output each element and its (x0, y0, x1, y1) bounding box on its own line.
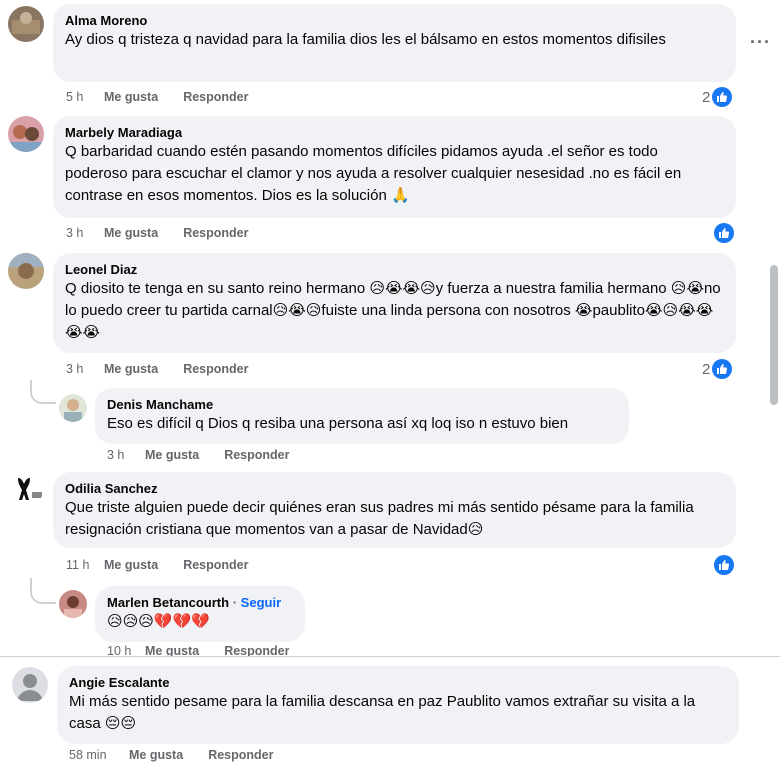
comment-actions: 11 h Me gusta Responder (66, 558, 248, 572)
reaction-summary[interactable] (714, 223, 734, 243)
timestamp[interactable]: 10 h (107, 644, 145, 656)
comment-author-line: Marlen Betancourth · Seguir (107, 594, 293, 611)
comment-actions: 3 h Me gusta Responder (66, 226, 248, 240)
comment-bubble: Marbely Maradiaga Q barbaridad cuando es… (53, 116, 736, 218)
like-button[interactable]: Me gusta (145, 644, 199, 656)
like-icon (712, 87, 733, 107)
reaction-count: 2 (702, 360, 711, 378)
like-button[interactable]: Me gusta (104, 558, 158, 572)
scrollbar-thumb[interactable] (770, 265, 778, 405)
like-icon (712, 359, 733, 379)
reply-button[interactable]: Responder (183, 558, 248, 572)
reaction-summary[interactable]: 2 (702, 359, 733, 379)
separator-dot: · (232, 595, 238, 610)
comment-author[interactable]: Marbely Maradiaga (65, 124, 724, 141)
comment-author[interactable]: Leonel Diaz (65, 261, 724, 278)
like-button[interactable]: Me gusta (129, 748, 183, 762)
reaction-count: 2 (702, 88, 711, 106)
more-options-icon[interactable]: ··· (750, 32, 771, 53)
like-icon (714, 555, 734, 575)
comment-bubble: Alma Moreno Ay dios q tristeza q navidad… (53, 4, 736, 82)
comment-text: 😥😥😥💔💔💔 (107, 613, 210, 630)
avatar[interactable] (8, 253, 44, 289)
reply-button[interactable]: Responder (224, 448, 289, 462)
comment-text: Q diosito te tenga en su santo reino her… (65, 280, 721, 341)
timestamp[interactable]: 58 min (69, 748, 129, 762)
comment-text: Q barbaridad cuando estén pasando moment… (65, 143, 682, 204)
comment-actions: 3 h Me gusta Responder (107, 448, 289, 462)
section-divider (0, 656, 780, 657)
comment-text: Que triste alguien puede decir quiénes e… (65, 499, 694, 538)
comment-author[interactable]: Odilia Sanchez (65, 480, 724, 497)
like-button[interactable]: Me gusta (145, 448, 199, 462)
avatar[interactable] (8, 116, 44, 152)
comment-text: Eso es difícil q Dios q resiba una perso… (107, 415, 569, 432)
comment-author[interactable]: Angie Escalante (69, 674, 727, 691)
comment-bubble: Marlen Betancourth · Seguir 😥😥😥💔💔💔 (95, 586, 305, 642)
reaction-summary[interactable]: 2 (702, 87, 733, 107)
reply-button[interactable]: Responder (224, 644, 289, 656)
timestamp[interactable]: 3 h (107, 448, 145, 462)
avatar[interactable] (59, 394, 87, 422)
comment-bubble: Angie Escalante Mi más sentido pesame pa… (57, 666, 739, 744)
avatar[interactable] (8, 6, 44, 42)
timestamp[interactable]: 3 h (66, 362, 104, 376)
timestamp[interactable]: 5 h (66, 90, 104, 104)
avatar[interactable] (59, 590, 87, 618)
comment-text: Ay dios q tristeza q navidad para la fam… (65, 31, 666, 48)
comment-actions: 3 h Me gusta Responder (66, 362, 248, 376)
comment-actions: 10 h Me gusta Responder (107, 644, 289, 656)
reply-button[interactable]: Responder (183, 90, 248, 104)
timestamp[interactable]: 11 h (66, 558, 104, 572)
like-button[interactable]: Me gusta (104, 362, 158, 376)
comment-bubble: Odilia Sanchez Que triste alguien puede … (53, 472, 736, 548)
thread-connector (30, 380, 56, 404)
reaction-summary[interactable] (714, 555, 734, 575)
comment-author[interactable]: Alma Moreno (65, 12, 724, 29)
comment-text: Mi más sentido pesame para la familia de… (69, 693, 696, 732)
comment-actions: 58 min Me gusta Responder (69, 748, 273, 762)
comment-bubble: Denis Manchame Eso es difícil q Dios q r… (95, 388, 629, 444)
comment-author[interactable]: Marlen Betancourth (107, 595, 229, 610)
comment-bubble: Leonel Diaz Q diosito te tenga en su san… (53, 253, 736, 353)
like-button[interactable]: Me gusta (104, 90, 158, 104)
like-button[interactable]: Me gusta (104, 226, 158, 240)
comment-actions: 5 h Me gusta Responder (66, 90, 248, 104)
avatar[interactable] (8, 470, 44, 506)
like-icon (714, 223, 734, 243)
reply-button[interactable]: Responder (183, 226, 248, 240)
timestamp[interactable]: 3 h (66, 226, 104, 240)
reply-button[interactable]: Responder (183, 362, 248, 376)
reply-button[interactable]: Responder (208, 748, 273, 762)
comment-author[interactable]: Denis Manchame (107, 396, 617, 413)
thread-connector (30, 578, 56, 604)
follow-button[interactable]: Seguir (241, 595, 281, 610)
default-avatar-icon[interactable] (12, 667, 48, 703)
